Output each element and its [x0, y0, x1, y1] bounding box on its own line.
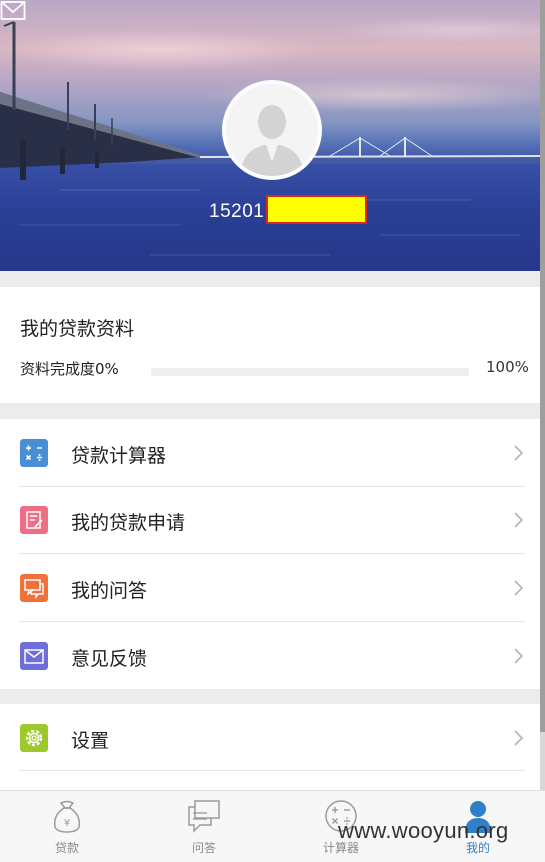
menu-group-settings: 设置 — [0, 704, 540, 793]
chevron-right-icon — [514, 512, 524, 528]
scrollbar-thumb[interactable] — [540, 0, 545, 732]
completion-label: 资料完成度0% — [20, 360, 119, 378]
feedback-envelope-icon — [20, 642, 48, 670]
loan-profile-title: 我的贷款资料 — [20, 318, 135, 340]
completion-max-label: 100% — [486, 358, 529, 376]
avatar[interactable] — [222, 80, 322, 180]
chevron-right-icon — [514, 730, 524, 746]
calculator-icon — [20, 439, 48, 467]
svg-text:¥: ¥ — [64, 818, 70, 829]
chevron-right-icon — [514, 648, 524, 664]
tab-qa[interactable]: 问答 — [149, 791, 259, 862]
menu-item-my-qa[interactable]: 我的问答 — [0, 554, 540, 621]
menu-item-label: 我的贷款申请 — [71, 512, 186, 534]
chevron-right-icon — [514, 445, 524, 461]
menu-item-my-loan-applications[interactable]: 我的贷款申请 — [0, 486, 540, 553]
chat-icon — [188, 800, 220, 833]
gear-icon — [20, 724, 48, 752]
money-bag-icon: ¥ — [53, 800, 81, 833]
menu-group-main: 贷款计算器 我的贷款申请 我的问答 意见反馈 — [0, 419, 540, 689]
menu-item-label: 我的问答 — [71, 580, 148, 602]
chevron-right-icon — [514, 580, 524, 596]
menu-item-feedback[interactable]: 意见反馈 — [0, 622, 540, 689]
menu-item-label: 贷款计算器 — [71, 445, 167, 467]
menu-item-label: 意见反馈 — [71, 648, 148, 670]
tab-loans[interactable]: ¥ 贷款 — [12, 791, 122, 862]
divider — [19, 770, 525, 771]
menu-item-settings[interactable]: 设置 — [0, 704, 540, 771]
application-form-icon — [20, 506, 48, 534]
tab-label: 问答 — [191, 841, 216, 855]
loan-profile-card[interactable]: 我的贷款资料 资料完成度0% 100% — [0, 287, 540, 403]
menu-item-label: 设置 — [71, 730, 110, 752]
completion-progress-bar — [151, 368, 469, 376]
scrollbar[interactable] — [540, 0, 545, 790]
tab-label: 贷款 — [54, 841, 79, 855]
user-phone-number: 15201 — [209, 201, 265, 222]
profile-header: 15201 — [0, 0, 540, 271]
user-silhouette-icon — [226, 84, 318, 176]
menu-item-loan-calculator[interactable]: 贷款计算器 — [0, 419, 540, 486]
mail-icon[interactable] — [0, 0, 26, 22]
chat-bubbles-icon — [20, 574, 48, 602]
redaction-box — [266, 195, 367, 224]
watermark-text: www.wooyun.org — [338, 818, 509, 843]
